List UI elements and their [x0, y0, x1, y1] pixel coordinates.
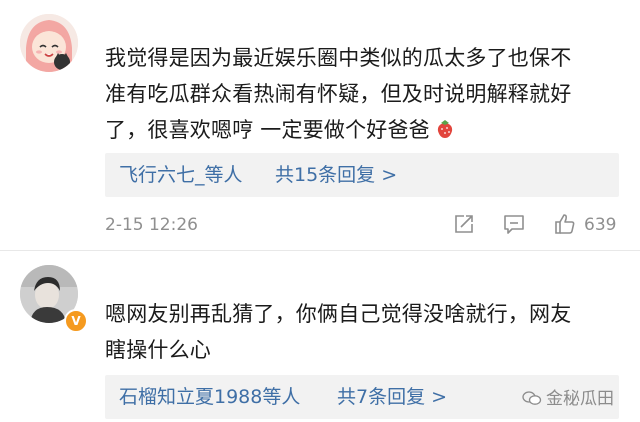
comment-text: 我觉得是因为最近娱乐圈中类似的瓜太多了也保不 准有吃瓜群众看热闹有怀疑，但及时说… [105, 40, 625, 148]
comment-line: 嗯网友别再乱猜了，你俩自己觉得没啥就行，网友 [105, 302, 572, 326]
share-icon[interactable] [452, 212, 476, 236]
watermark: 金秘瓜田 [522, 384, 614, 409]
reply-count-link[interactable]: 共7条回复 > [337, 375, 447, 419]
comment-line: 准有吃瓜群众看热闹有怀疑，但及时说明解释就好 [105, 82, 572, 106]
user-avatar[interactable] [20, 14, 78, 72]
verified-badge-icon: V [64, 309, 88, 333]
comment-icon[interactable] [502, 212, 526, 236]
watermark-text: 金秘瓜田 [546, 389, 614, 409]
like-count: 639 [584, 215, 617, 235]
comment-text: 嗯网友别再乱猜了，你俩自己觉得没啥就行，网友 瞎操什么心 [105, 296, 625, 368]
comment-line: 了，很喜欢嗯哼 一定要做个好爸爸 [105, 112, 625, 148]
comment-timestamp: 2-15 12:26 [105, 215, 198, 235]
reply-users-link[interactable]: 石榴知立夏1988等人 [119, 375, 300, 419]
reply-users-link[interactable]: 飞行六七_等人 [119, 153, 243, 197]
like-icon[interactable] [553, 212, 577, 236]
comment-line: 我觉得是因为最近娱乐圈中类似的瓜太多了也保不 [105, 46, 572, 70]
anime-girl-avatar-icon [20, 14, 78, 72]
wechat-logo-icon [522, 391, 542, 405]
comment-divider [0, 250, 640, 251]
replies-summary[interactable]: 飞行六七_等人 共15条回复 > [105, 153, 619, 197]
strawberry-emoji-icon [437, 120, 452, 138]
reply-count-link[interactable]: 共15条回复 > [275, 153, 397, 197]
comment-line: 瞎操什么心 [105, 338, 211, 362]
